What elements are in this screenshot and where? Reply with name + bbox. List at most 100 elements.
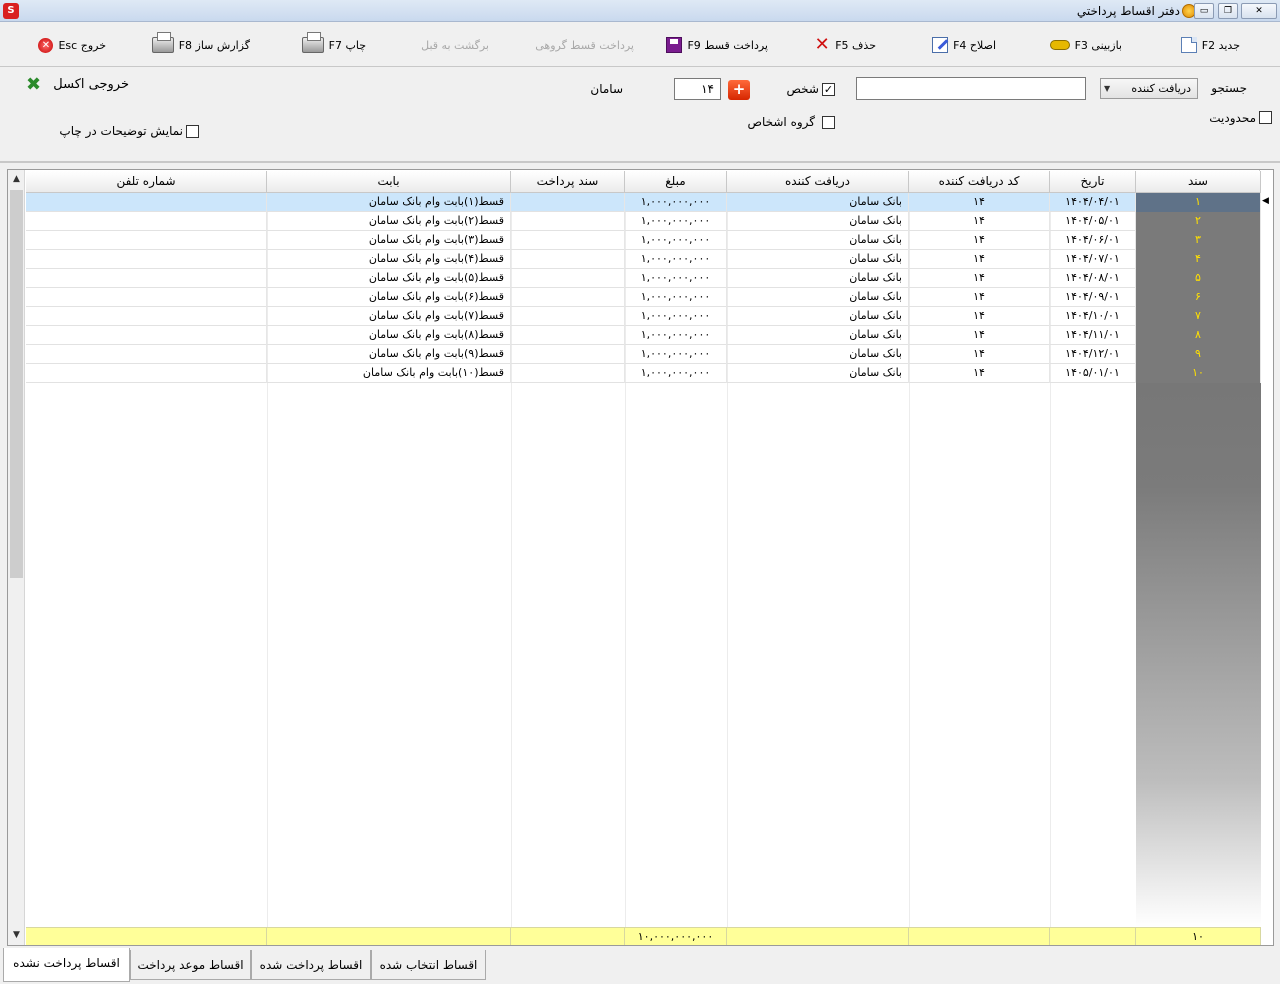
cell-receiver-code[interactable]: ۱۴ (909, 231, 1050, 250)
cell-amount[interactable]: ۱,۰۰۰,۰۰۰,۰۰۰ (625, 231, 727, 250)
search-input[interactable] (856, 77, 1086, 100)
cell-payment-doc[interactable] (511, 250, 625, 269)
header-phone[interactable]: شماره تلفن (26, 171, 267, 193)
header-for[interactable]: بابت (267, 171, 511, 193)
search-type-select[interactable]: دریافت کننده ▼ (1100, 78, 1198, 99)
cell-phone[interactable] (26, 288, 267, 307)
tab-unpaid-installments[interactable]: اقساط پرداخت نشده (3, 948, 130, 982)
cell-phone[interactable] (26, 307, 267, 326)
cell-receiver[interactable]: بانک سامان (727, 212, 909, 231)
cell-payment-doc[interactable] (511, 364, 625, 383)
cell-sanad[interactable]: ۶ (1136, 288, 1261, 307)
cell-receiver[interactable]: بانک سامان (727, 269, 909, 288)
tab-due-installments[interactable]: اقساط موعد پرداخت (130, 950, 251, 980)
cell-receiver[interactable]: بانک سامان (727, 288, 909, 307)
restore-button[interactable]: ❐ (1218, 3, 1238, 19)
cell-date[interactable]: ۱۴۰۴/۱۱/۰۱ (1050, 326, 1136, 345)
cell-amount[interactable]: ۱,۰۰۰,۰۰۰,۰۰۰ (625, 250, 727, 269)
cell-payment-doc[interactable] (511, 307, 625, 326)
cell-receiver-code[interactable]: ۱۴ (909, 345, 1050, 364)
cell-receiver[interactable]: بانک سامان (727, 307, 909, 326)
cell-receiver[interactable]: بانک سامان (727, 326, 909, 345)
show-notes-checkbox[interactable] (186, 125, 199, 138)
cell-sanad[interactable]: ۲ (1136, 212, 1261, 231)
tab-selected-installments[interactable]: اقساط انتخاب شده (371, 950, 486, 980)
table-row[interactable]: ۸ ۱۴۰۴/۱۱/۰۱ ۱۴ بانک سامان ۱,۰۰۰,۰۰۰,۰۰۰ قسط(… (26, 326, 1261, 345)
cell-for[interactable]: قسط(۵)بابت وام بانک سامان (267, 269, 511, 288)
cell-payment-doc[interactable] (511, 193, 625, 212)
cell-date[interactable]: ۱۴۰۴/۰۷/۰۱ (1050, 250, 1136, 269)
group-checkbox[interactable] (822, 116, 835, 129)
cell-payment-doc[interactable] (511, 345, 625, 364)
cell-receiver[interactable]: بانک سامان (727, 231, 909, 250)
cell-payment-doc[interactable] (511, 231, 625, 250)
cell-phone[interactable] (26, 250, 267, 269)
cell-payment-doc[interactable] (511, 326, 625, 345)
tab-paid-installments[interactable]: اقساط پرداخت شده (251, 950, 371, 980)
cell-date[interactable]: ۱۴۰۴/۰۸/۰۱ (1050, 269, 1136, 288)
header-receiver-code[interactable]: کد دریافت کننده (909, 171, 1050, 193)
cell-amount[interactable]: ۱,۰۰۰,۰۰۰,۰۰۰ (625, 288, 727, 307)
cell-receiver-code[interactable]: ۱۴ (909, 250, 1050, 269)
excel-export-button[interactable]: خروجی اکسل (53, 77, 129, 92)
cell-sanad[interactable]: ۷ (1136, 307, 1261, 326)
cell-phone[interactable] (26, 212, 267, 231)
cell-phone[interactable] (26, 326, 267, 345)
table-row[interactable]: ۴ ۱۴۰۴/۰۷/۰۱ ۱۴ بانک سامان ۱,۰۰۰,۰۰۰,۰۰۰ قسط(… (26, 250, 1261, 269)
cell-amount[interactable]: ۱,۰۰۰,۰۰۰,۰۰۰ (625, 307, 727, 326)
cell-receiver[interactable]: بانک سامان (727, 364, 909, 383)
table-row[interactable]: ۱۰ ۱۴۰۵/۰۱/۰۱ ۱۴ بانک سامان ۱,۰۰۰,۰۰۰,۰۰۰ قسط… (26, 364, 1261, 383)
add-person-button[interactable]: + (728, 80, 750, 100)
header-payment-doc[interactable]: سند پرداخت (511, 171, 625, 193)
cell-for[interactable]: قسط(۸)بابت وام بانک سامان (267, 326, 511, 345)
excel-icon[interactable]: ✖ (26, 76, 48, 94)
cell-date[interactable]: ۱۴۰۴/۰۵/۰۱ (1050, 212, 1136, 231)
table-row[interactable]: ۲ ۱۴۰۴/۰۵/۰۱ ۱۴ بانک سامان ۱,۰۰۰,۰۰۰,۰۰۰ قسط(… (26, 212, 1261, 231)
cell-date[interactable]: ۱۴۰۴/۰۶/۰۱ (1050, 231, 1136, 250)
report-builder-button[interactable]: گزارش ساز F8 (151, 32, 250, 56)
cell-date[interactable]: ۱۴۰۴/۱۲/۰۱ (1050, 345, 1136, 364)
cell-payment-doc[interactable] (511, 288, 625, 307)
header-date[interactable]: تاریخ (1050, 171, 1136, 193)
delete-button[interactable]: حذف F5 ✕ (814, 34, 876, 56)
cell-date[interactable]: ۱۴۰۴/۱۰/۰۱ (1050, 307, 1136, 326)
header-receiver[interactable]: دریافت کننده (727, 171, 909, 193)
cell-phone[interactable] (26, 345, 267, 364)
cell-amount[interactable]: ۱,۰۰۰,۰۰۰,۰۰۰ (625, 269, 727, 288)
cell-phone[interactable] (26, 269, 267, 288)
cell-for[interactable]: قسط(۶)بابت وام بانک سامان (267, 288, 511, 307)
cell-for[interactable]: قسط(۳)بابت وام بانک سامان (267, 231, 511, 250)
review-button[interactable]: بازبینی F3 (1049, 34, 1122, 56)
header-amount[interactable]: مبلغ (625, 171, 727, 193)
cell-sanad[interactable]: ۱ (1136, 193, 1261, 212)
cell-sanad[interactable]: ۱۰ (1136, 364, 1261, 383)
table-row[interactable]: ۶ ۱۴۰۴/۰۹/۰۱ ۱۴ بانک سامان ۱,۰۰۰,۰۰۰,۰۰۰ قسط(… (26, 288, 1261, 307)
edit-button[interactable]: اصلاح F4 (932, 34, 996, 56)
undo-button[interactable]: برگشت به قبل (421, 34, 489, 56)
limit-checkbox[interactable] (1259, 111, 1272, 124)
pay-installment-button[interactable]: پرداخت قسط F9 (666, 34, 768, 56)
cell-for[interactable]: قسط(۱۰)بابت وام بانک سامان (267, 364, 511, 383)
close-button[interactable]: ✕ (1241, 3, 1277, 19)
cell-amount[interactable]: ۱,۰۰۰,۰۰۰,۰۰۰ (625, 326, 727, 345)
cell-receiver-code[interactable]: ۱۴ (909, 193, 1050, 212)
scroll-down-icon[interactable]: ▼ (8, 927, 25, 944)
cell-sanad[interactable]: ۵ (1136, 269, 1261, 288)
print-button[interactable]: چاپ F7 (301, 32, 366, 56)
cell-for[interactable]: قسط(۴)بابت وام بانک سامان (267, 250, 511, 269)
exit-button[interactable]: خروج Esc ✕ (38, 34, 106, 56)
cell-receiver-code[interactable]: ۱۴ (909, 326, 1050, 345)
cell-sanad[interactable]: ۴ (1136, 250, 1261, 269)
person-checkbox[interactable]: ✓ (822, 83, 835, 96)
table-row[interactable]: ۹ ۱۴۰۴/۱۲/۰۱ ۱۴ بانک سامان ۱,۰۰۰,۰۰۰,۰۰۰ قسط(… (26, 345, 1261, 364)
cell-receiver[interactable]: بانک سامان (727, 193, 909, 212)
cell-date[interactable]: ۱۴۰۴/۰۹/۰۱ (1050, 288, 1136, 307)
person-code-input[interactable]: ۱۴ (674, 78, 721, 100)
cell-for[interactable]: قسط(۱)بابت وام بانک سامان (267, 193, 511, 212)
table-row[interactable]: ۱ ۱۴۰۴/۰۴/۰۱ ۱۴ بانک سامان ۱,۰۰۰,۰۰۰,۰۰۰ قسط(… (26, 193, 1261, 212)
cell-date[interactable]: ۱۴۰۴/۰۴/۰۱ (1050, 193, 1136, 212)
cell-sanad[interactable]: ۸ (1136, 326, 1261, 345)
cell-payment-doc[interactable] (511, 212, 625, 231)
cell-phone[interactable] (26, 231, 267, 250)
cell-date[interactable]: ۱۴۰۵/۰۱/۰۱ (1050, 364, 1136, 383)
